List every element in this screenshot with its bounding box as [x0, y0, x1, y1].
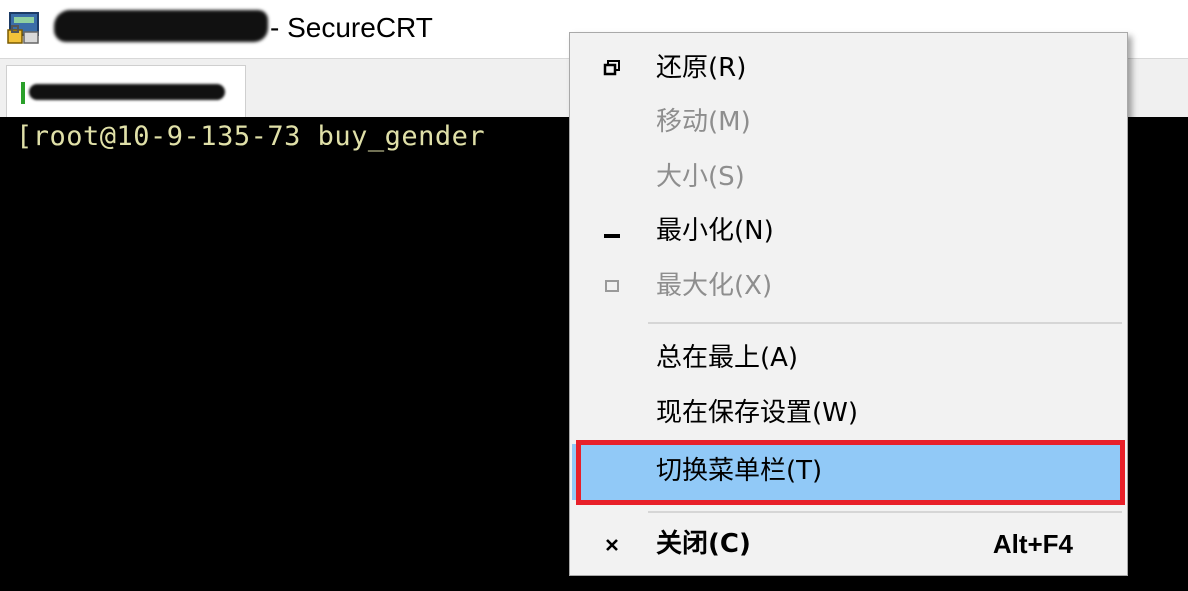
- redacted-session-name: [54, 10, 268, 42]
- menu-item-shortcut: Alt+F4: [992, 529, 1073, 559]
- maximize-icon: [592, 259, 632, 313]
- menu-item-close[interactable]: 关闭(C) Alt+F4: [572, 517, 1123, 571]
- menu-item-label: 关闭(C): [656, 529, 751, 559]
- menu-item-label: 现在保存设置(W): [656, 398, 858, 428]
- connection-status-indicator: [21, 82, 25, 104]
- menu-separator: [648, 322, 1122, 324]
- menu-item-save-settings-now[interactable]: 现在保存设置(W): [572, 386, 1123, 440]
- securecrt-app-icon[interactable]: [6, 10, 42, 46]
- session-tab[interactable]: [6, 65, 246, 118]
- menu-item-always-on-top[interactable]: 总在最上(A): [572, 331, 1123, 385]
- menu-item-size[interactable]: 大小(S): [572, 150, 1123, 204]
- menu-item-move[interactable]: 移动(M): [572, 95, 1123, 149]
- menu-item-label: 移动(M): [656, 107, 751, 137]
- menu-item-label: 最小化(N): [656, 216, 774, 246]
- minimize-icon: [592, 204, 632, 258]
- menu-item-label: 还原(R): [656, 53, 747, 83]
- menu-item-restore[interactable]: 还原(R): [572, 41, 1123, 95]
- window-title: - SecureCRT: [270, 12, 433, 43]
- redacted-tab-label: [29, 84, 225, 100]
- close-icon: [592, 517, 632, 571]
- menu-item-minimize[interactable]: 最小化(N): [572, 204, 1123, 258]
- terminal-prompt-line: [root@10-9-135-73 buy_gender: [16, 121, 486, 152]
- menu-item-label: 大小(S): [656, 162, 745, 192]
- menu-item-maximize[interactable]: 最大化(X): [572, 259, 1123, 313]
- annotation-highlight-box: [576, 440, 1125, 505]
- menu-item-label: 总在最上(A): [656, 343, 799, 373]
- menu-item-label: 最大化(X): [656, 271, 773, 301]
- menu-separator: [648, 511, 1122, 513]
- restore-icon: [592, 41, 632, 95]
